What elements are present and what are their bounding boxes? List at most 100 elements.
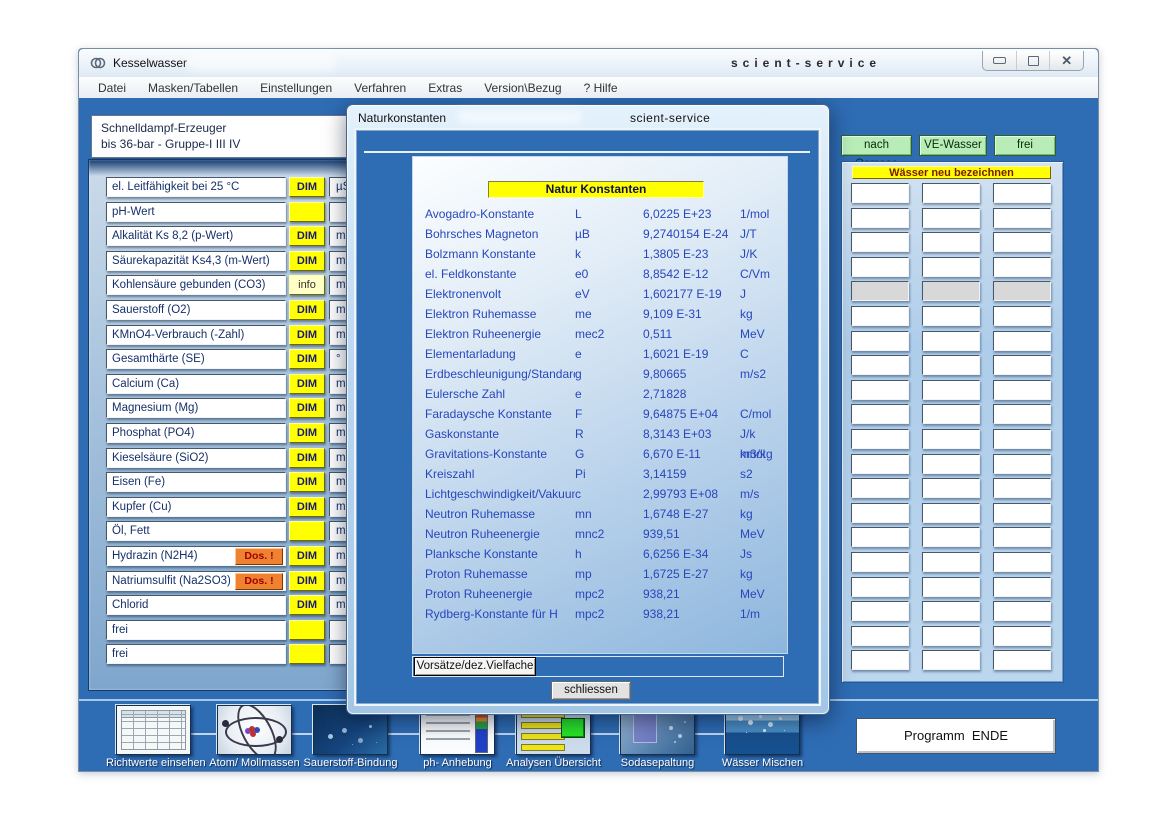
water-name-field[interactable] bbox=[922, 503, 980, 523]
water-name-field[interactable] bbox=[851, 183, 909, 203]
dim-button[interactable]: DIM bbox=[289, 226, 325, 246]
water-name-field[interactable] bbox=[922, 208, 980, 228]
dim-button[interactable]: DIM bbox=[289, 398, 325, 418]
water-name-field[interactable] bbox=[851, 257, 909, 277]
menu-item[interactable]: Version\Bezug bbox=[473, 81, 572, 95]
water-name-field[interactable] bbox=[993, 232, 1051, 252]
water-name-field[interactable] bbox=[922, 552, 980, 572]
menu-item[interactable]: Extras bbox=[417, 81, 473, 95]
menu-item[interactable]: Masken/Tabellen bbox=[137, 81, 249, 95]
atom-icon[interactable] bbox=[217, 705, 292, 755]
richtwerte-icon[interactable] bbox=[116, 705, 191, 755]
water-name-field[interactable] bbox=[922, 404, 980, 424]
water-name-field[interactable] bbox=[851, 208, 909, 228]
water-name-field[interactable] bbox=[922, 626, 980, 646]
water-name-field[interactable] bbox=[922, 380, 980, 400]
dim-button[interactable]: DIM bbox=[289, 448, 325, 468]
water-name-field[interactable] bbox=[851, 355, 909, 375]
water-name-field[interactable] bbox=[851, 331, 909, 351]
water-name-field[interactable] bbox=[922, 527, 980, 547]
water-name-field[interactable] bbox=[993, 306, 1051, 326]
water-name-field[interactable] bbox=[922, 429, 980, 449]
water-name-field[interactable] bbox=[851, 626, 909, 646]
close-button[interactable]: ✕ bbox=[1050, 51, 1083, 70]
water-name-field[interactable] bbox=[993, 208, 1051, 228]
water-name-field[interactable] bbox=[993, 331, 1051, 351]
menu-item[interactable]: Einstellungen bbox=[249, 81, 343, 95]
water-name-field[interactable] bbox=[993, 626, 1051, 646]
water-name-field[interactable] bbox=[851, 404, 909, 424]
dim-button[interactable] bbox=[289, 521, 325, 541]
water-name-field[interactable] bbox=[993, 503, 1051, 523]
water-name-field[interactable] bbox=[922, 355, 980, 375]
dim-button[interactable]: DIM bbox=[289, 571, 325, 591]
water-name-field[interactable] bbox=[993, 257, 1051, 277]
dim-button[interactable]: DIM bbox=[289, 300, 325, 320]
water-name-field[interactable] bbox=[851, 232, 909, 252]
water-name-field[interactable] bbox=[993, 601, 1051, 621]
dim-button[interactable]: DIM bbox=[289, 546, 325, 566]
ve-wasser-button[interactable]: VE-Wasser bbox=[919, 135, 987, 156]
water-name-field[interactable] bbox=[922, 306, 980, 326]
water-name-field[interactable] bbox=[922, 454, 980, 474]
water-name-field[interactable] bbox=[922, 331, 980, 351]
water-name-field[interactable] bbox=[851, 527, 909, 547]
dim-button[interactable] bbox=[289, 202, 325, 222]
water-name-field[interactable] bbox=[922, 650, 980, 670]
water-name-field[interactable] bbox=[922, 257, 980, 277]
programm-ende-button[interactable]: Programm ENDE bbox=[856, 718, 1056, 754]
water-name-field[interactable] bbox=[922, 601, 980, 621]
water-name-field[interactable] bbox=[993, 650, 1051, 670]
dos-badge[interactable]: Dos. ! bbox=[235, 573, 283, 590]
water-name-field[interactable] bbox=[851, 281, 909, 301]
water-name-field[interactable] bbox=[922, 281, 980, 301]
water-name-field[interactable] bbox=[993, 404, 1051, 424]
water-name-field[interactable] bbox=[922, 577, 980, 597]
water-name-field[interactable] bbox=[851, 306, 909, 326]
water-name-field[interactable] bbox=[993, 552, 1051, 572]
water-name-field[interactable] bbox=[851, 454, 909, 474]
dim-button[interactable]: info bbox=[289, 275, 325, 295]
water-name-field[interactable] bbox=[993, 454, 1051, 474]
dim-button[interactable]: DIM bbox=[289, 497, 325, 517]
water-name-field[interactable] bbox=[993, 577, 1051, 597]
water-name-field[interactable] bbox=[993, 183, 1051, 203]
menu-item[interactable]: Verfahren bbox=[343, 81, 417, 95]
water-name-field[interactable] bbox=[993, 478, 1051, 498]
water-name-field[interactable] bbox=[851, 429, 909, 449]
nach-osmose-button[interactable]: nach Osmose bbox=[841, 135, 912, 156]
water-name-field[interactable] bbox=[851, 478, 909, 498]
water-name-field[interactable] bbox=[993, 380, 1051, 400]
dim-button[interactable] bbox=[289, 620, 325, 640]
dim-button[interactable]: DIM bbox=[289, 595, 325, 615]
water-name-field[interactable] bbox=[851, 503, 909, 523]
dim-button[interactable]: DIM bbox=[289, 177, 325, 197]
water-name-field[interactable] bbox=[993, 429, 1051, 449]
water-name-field[interactable] bbox=[851, 650, 909, 670]
dim-button[interactable]: DIM bbox=[289, 349, 325, 369]
water-name-field[interactable] bbox=[851, 601, 909, 621]
schliessen-button[interactable]: schliessen bbox=[551, 681, 631, 700]
dim-button[interactable]: DIM bbox=[289, 472, 325, 492]
dim-button[interactable]: DIM bbox=[289, 325, 325, 345]
dim-button[interactable]: DIM bbox=[289, 374, 325, 394]
menu-item[interactable]: Datei bbox=[87, 81, 137, 95]
prefix-button[interactable]: Vorsätze/dez.Vielfache bbox=[414, 657, 536, 676]
maximize-button[interactable] bbox=[1017, 51, 1051, 70]
dim-button[interactable] bbox=[289, 644, 325, 664]
water-name-field[interactable] bbox=[993, 281, 1051, 301]
water-name-field[interactable] bbox=[993, 355, 1051, 375]
water-name-field[interactable] bbox=[851, 380, 909, 400]
water-name-field[interactable] bbox=[922, 183, 980, 203]
water-name-field[interactable] bbox=[993, 527, 1051, 547]
dim-button[interactable]: DIM bbox=[289, 251, 325, 271]
water-name-field[interactable] bbox=[922, 232, 980, 252]
dos-badge[interactable]: Dos. ! bbox=[235, 548, 283, 565]
menu-item[interactable]: ? Hilfe bbox=[573, 81, 629, 95]
frei-button[interactable]: frei bbox=[994, 135, 1056, 156]
water-name-field[interactable] bbox=[851, 552, 909, 572]
water-name-field[interactable] bbox=[922, 478, 980, 498]
minimize-button[interactable] bbox=[983, 51, 1017, 70]
water-name-field[interactable] bbox=[851, 577, 909, 597]
dim-button[interactable]: DIM bbox=[289, 423, 325, 443]
